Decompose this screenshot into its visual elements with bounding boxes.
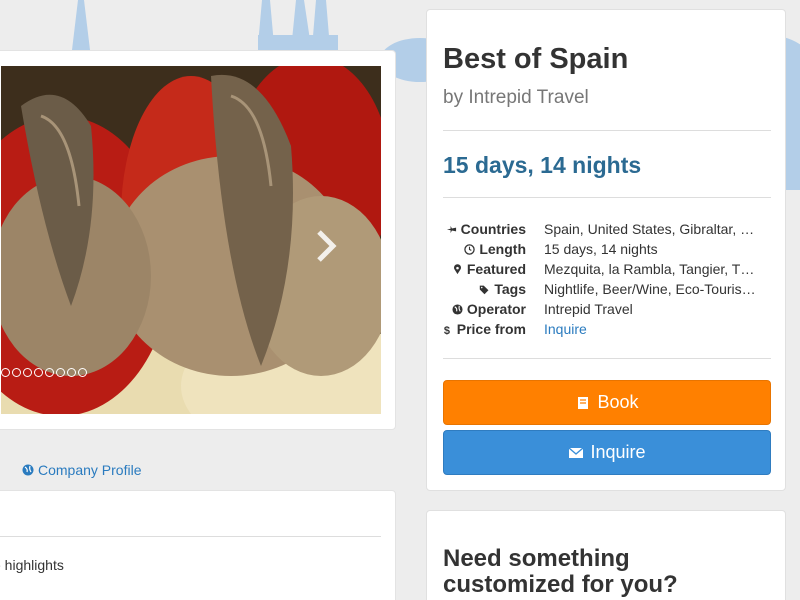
photo-gallery-card (0, 50, 396, 430)
gallery-dot[interactable] (67, 368, 76, 377)
detail-row-price: $ Price from Inquire (427, 319, 787, 339)
gallery-dot[interactable] (12, 368, 21, 377)
divider (443, 130, 771, 131)
company-profile-link[interactable]: Company Profile (22, 462, 142, 478)
gallery-dot[interactable] (78, 368, 87, 377)
divider (0, 536, 381, 537)
divider (443, 358, 771, 359)
svg-text:$: $ (444, 325, 450, 335)
tags-value: Nightlife, Beer/Wine, Eco-Touris… (544, 281, 756, 297)
detail-row-operator: Operator Intrepid Travel (427, 299, 787, 319)
highlights-text: e highlights (0, 557, 64, 573)
map-marker-icon (453, 263, 461, 274)
chevron-right-icon (317, 230, 337, 262)
operator-value: Intrepid Travel (544, 301, 633, 317)
tags-label: Tags (494, 281, 526, 297)
gallery-dots (1, 368, 87, 377)
featured-label: Featured (466, 261, 526, 277)
gallery-next-button[interactable] (311, 226, 341, 266)
divider (443, 197, 771, 198)
detail-row-tags: Tags Nightlife, Beer/Wine, Eco-Touris… (427, 279, 787, 299)
operator-label: Operator (466, 301, 526, 317)
tags-icon (480, 285, 489, 294)
length-label: Length (479, 241, 526, 257)
inquire-button-label: Inquire (590, 442, 646, 462)
highlights-card: e highlights (0, 490, 396, 600)
book-button-label: Book (597, 392, 639, 412)
trip-info-card: Best of Spain by Intrepid Travel 15 days… (426, 9, 786, 491)
countries-label: Countries (460, 221, 526, 237)
length-value: 15 days, 14 nights (544, 241, 658, 257)
countries-value: Spain, United States, Gibraltar, … (544, 221, 755, 237)
trip-duration: 15 days, 14 nights (443, 152, 642, 178)
dollar-icon: $ (444, 325, 450, 335)
detail-row-featured: Featured Mezquita, la Rambla, Tangier, T… (427, 259, 787, 279)
detail-row-countries: Countries Spain, United States, Gibralta… (427, 219, 787, 239)
book-button[interactable]: Book (443, 380, 771, 425)
featured-value: Mezquita, la Rambla, Tangier, T… (544, 261, 755, 277)
gallery-dot[interactable] (45, 368, 54, 377)
inquire-button[interactable]: Inquire (443, 430, 771, 475)
trip-byline: by Intrepid Travel (443, 87, 589, 108)
gallery-dot[interactable] (56, 368, 65, 377)
price-label: Price from (456, 321, 526, 337)
envelope-icon (569, 446, 584, 458)
custom-trip-card: Need something customized for you? (426, 510, 786, 600)
gallery-dot[interactable] (1, 368, 10, 377)
trip-title: Best of Spain (443, 43, 629, 75)
tour-photo (1, 66, 381, 414)
trip-details: Countries Spain, United States, Gibralta… (427, 219, 787, 339)
gallery-dot[interactable] (23, 368, 32, 377)
book-icon (578, 396, 589, 409)
company-profile-label: Company Profile (38, 462, 142, 478)
price-inquire-link[interactable]: Inquire (544, 321, 770, 337)
gallery-dot[interactable] (34, 368, 43, 377)
plane-icon (446, 225, 456, 233)
globe-icon (452, 303, 463, 315)
globe-icon (22, 464, 34, 476)
detail-row-length: Length 15 days, 14 nights (427, 239, 787, 259)
clock-icon (464, 243, 476, 255)
custom-trip-heading: Need something customized for you? (443, 545, 678, 598)
